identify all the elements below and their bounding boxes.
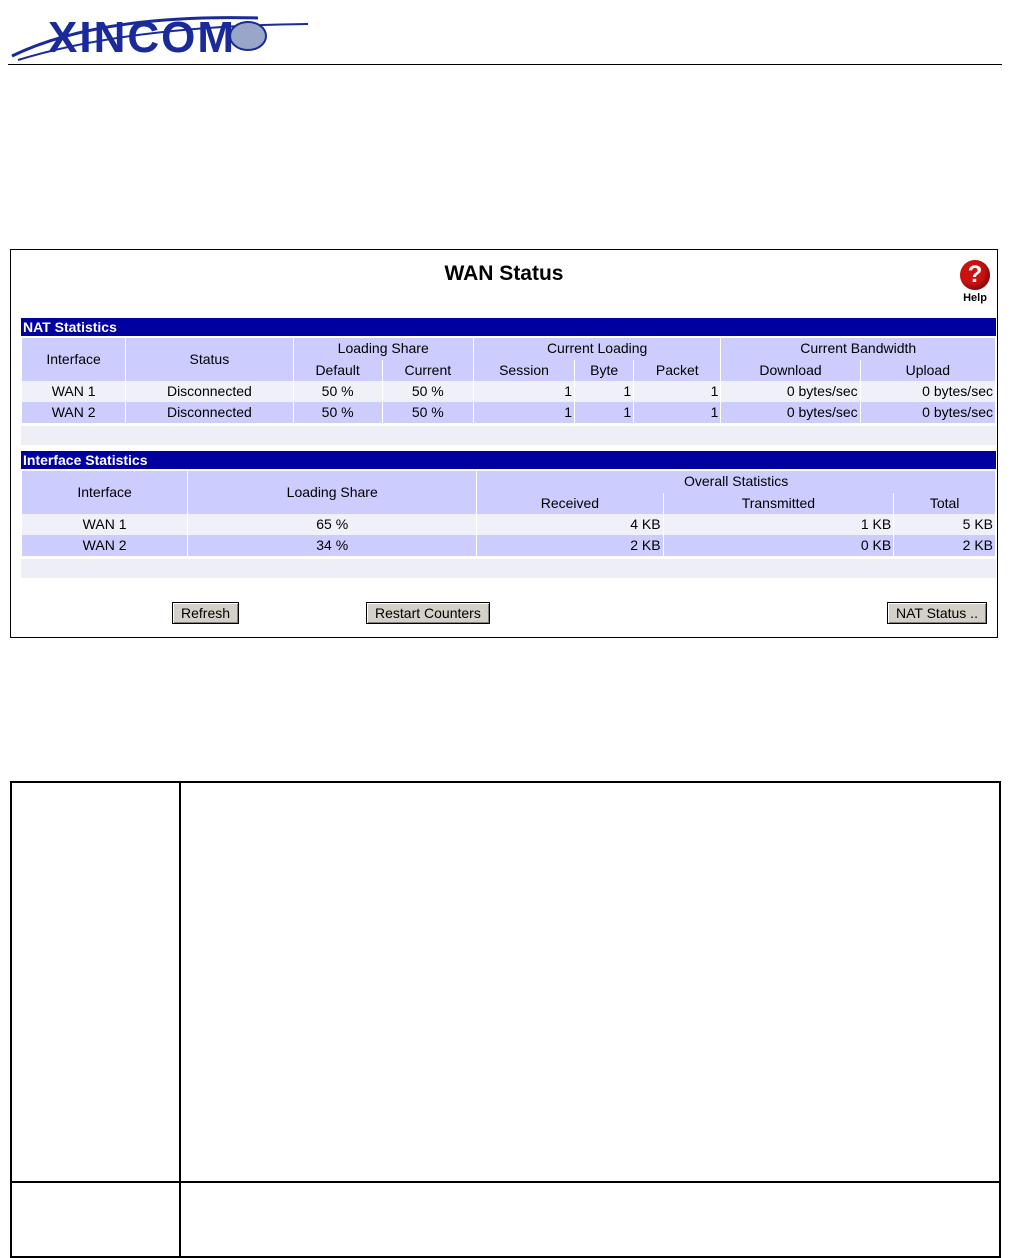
restart-counters-button[interactable]: Restart Counters [366,602,490,624]
col-default: Default [293,359,382,381]
cell-default: 50 % [293,381,382,402]
col-transmitted: Transmitted [663,492,894,514]
help-button[interactable]: ? Help [957,260,993,304]
cell-upload: 0 bytes/sec [860,402,995,423]
interface-table-footer [21,559,996,578]
col-current-bandwidth: Current Bandwidth [721,338,995,360]
nat-table-footer [21,426,996,445]
cell-loading-share: 34 % [188,535,477,556]
cell-current: 50 % [382,402,473,423]
cell-interface: WAN 1 [22,381,126,402]
col-byte: Byte [575,359,634,381]
col-interface: Interface [22,471,188,514]
cell-download: 0 bytes/sec [721,402,860,423]
col-current-loading: Current Loading [473,338,721,360]
wan-status-panel: WAN Status ? Help NAT Statistics Interfa… [10,249,998,638]
refresh-button[interactable]: Refresh [172,602,240,624]
page-title: WAN Status [444,262,564,285]
cell-upload: 0 bytes/sec [860,381,995,402]
cell-transmitted: 0 KB [663,535,894,556]
cell-byte: 1 [575,381,634,402]
nat-statistics-table: Interface Status Loading Share Current L… [21,338,996,423]
col-packet: Packet [634,359,721,381]
table-column-divider [179,783,181,1256]
cell-transmitted: 1 KB [663,514,894,535]
interface-statistics-table: Interface Loading Share Overall Statisti… [21,471,996,556]
cell-interface: WAN 2 [22,402,126,423]
cell-session: 1 [473,381,575,402]
table-row-divider [12,1181,999,1183]
nat-statistics-header: NAT Statistics [21,318,996,336]
cell-session: 1 [473,402,575,423]
help-label: Help [963,292,987,304]
cell-loading-share: 65 % [188,514,477,535]
table-row: WAN 1 65 % 4 KB 1 KB 5 KB [22,514,995,535]
col-current: Current [382,359,473,381]
interface-statistics-header: Interface Statistics [21,451,996,469]
cell-download: 0 bytes/sec [721,381,860,402]
col-download: Download [721,359,860,381]
cell-packet: 1 [634,402,721,423]
col-session: Session [473,359,575,381]
document-table [10,781,1001,1258]
cell-received: 2 KB [477,535,663,556]
table-row: WAN 2 34 % 2 KB 0 KB 2 KB [22,535,995,556]
xincom-logo: XINCOM [8,4,318,62]
header-divider [8,64,1002,65]
help-icon: ? [960,260,990,290]
cell-interface: WAN 2 [22,535,188,556]
col-total: Total [894,492,995,514]
col-received: Received [477,492,663,514]
col-loading-share: Loading Share [188,471,477,514]
cell-default: 50 % [293,402,382,423]
cell-status: Disconnected [126,402,293,423]
cell-interface: WAN 1 [22,514,188,535]
cell-byte: 1 [575,402,634,423]
col-upload: Upload [860,359,995,381]
cell-total: 2 KB [894,535,995,556]
cell-received: 4 KB [477,514,663,535]
table-row: WAN 2 Disconnected 50 % 50 % 1 1 1 0 byt… [22,402,995,423]
col-overall-statistics: Overall Statistics [477,471,995,493]
col-interface: Interface [22,338,126,381]
xincom-logo-graphic: XINCOM [11,13,309,62]
table-row: WAN 1 Disconnected 50 % 50 % 1 1 1 0 byt… [22,381,995,402]
cell-current: 50 % [382,381,473,402]
logo-text: XINCOM [48,13,236,62]
col-status: Status [126,338,293,381]
cell-total: 5 KB [894,514,995,535]
cell-status: Disconnected [126,381,293,402]
col-loading-share: Loading Share [293,338,473,360]
cell-packet: 1 [634,381,721,402]
nat-status-button[interactable]: NAT Status .. [887,602,987,624]
